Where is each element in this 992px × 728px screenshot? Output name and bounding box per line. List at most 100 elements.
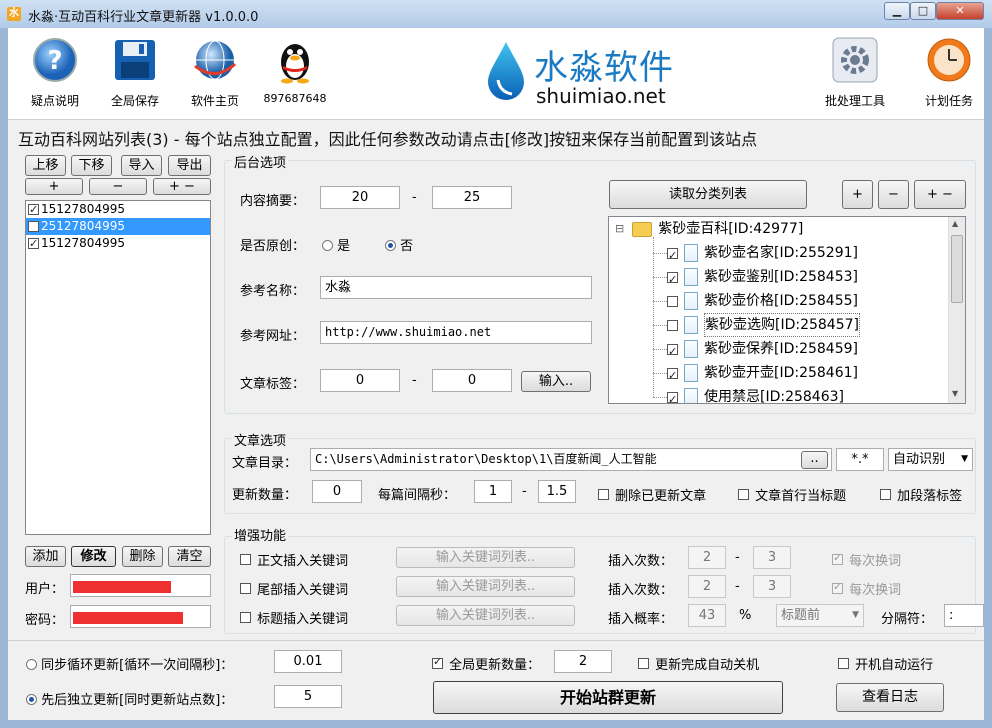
batch-tool-button[interactable]: 批处理工具: [820, 36, 890, 109]
scroll-down-icon[interactable]: ▼: [952, 389, 958, 398]
tree-item[interactable]: 紫砂壶保养[ID:258459]: [653, 338, 858, 363]
concurrent-sites-input[interactable]: 5: [274, 685, 342, 708]
body-times-to-input[interactable]: 3: [753, 546, 791, 569]
tail-keyword-list-button[interactable]: 输入关键词列表..: [396, 576, 575, 597]
first-line-title-checkbox[interactable]: 文章首行当标题: [738, 485, 846, 504]
maximize-button[interactable]: □: [910, 2, 936, 20]
ref-url-input[interactable]: http://www.shuimiao.net: [320, 321, 592, 344]
tail-times-to-input[interactable]: 3: [753, 575, 791, 598]
checkbox-box[interactable]: [838, 658, 849, 669]
password-field[interactable]: [70, 605, 211, 628]
body-keyword-list-button[interactable]: 输入关键词列表..: [396, 547, 575, 568]
site-list-item[interactable]: 25127804995: [26, 218, 210, 235]
checkbox-box[interactable]: [598, 489, 609, 500]
insert-rate-input[interactable]: 43: [688, 604, 726, 627]
sequential-update-radio[interactable]: 先后独立更新[同时更新站点数]：: [26, 689, 233, 708]
summary-to-input[interactable]: 25: [432, 186, 512, 209]
site-plus-button[interactable]: +: [25, 178, 83, 195]
auto-shutdown-checkbox[interactable]: 更新完成自动关机: [638, 654, 759, 673]
delete-site-button[interactable]: 删除: [122, 546, 163, 567]
checkbox-box[interactable]: [432, 655, 443, 669]
add-site-button[interactable]: 添加: [25, 546, 66, 567]
checkbox-box[interactable]: [880, 489, 891, 500]
tree-item[interactable]: 紫砂壶价格[ID:258455]: [653, 290, 858, 312]
tags-from-input[interactable]: 0: [320, 369, 400, 392]
title-keyword-checkbox[interactable]: 标题插入关键词: [240, 608, 348, 627]
autorun-checkbox[interactable]: 开机自动运行: [838, 654, 933, 673]
checkbox-box[interactable]: [240, 612, 251, 623]
delete-updated-checkbox[interactable]: 删除已更新文章: [598, 485, 706, 504]
homepage-button[interactable]: 软件主页: [182, 36, 248, 109]
article-dir-input[interactable]: C:\Users\Administrator\Desktop\1\百度新闻_人工…: [310, 448, 832, 471]
read-categories-button[interactable]: 读取分类列表: [609, 180, 807, 209]
tree-item[interactable]: 使用禁忌[ID:258463]: [653, 386, 844, 403]
scheduled-task-button[interactable]: 计划任务: [914, 36, 984, 109]
tree-root-node[interactable]: ⊟ 紫砂壶百科[ID:42977]: [615, 218, 803, 240]
tree-checkbox[interactable]: [667, 389, 678, 403]
export-button[interactable]: 导出: [168, 155, 211, 176]
save-all-button[interactable]: 全局保存: [102, 36, 168, 109]
file-ext-input[interactable]: *.*: [836, 448, 884, 471]
interval-from-input[interactable]: 1: [474, 480, 512, 503]
global-count-input[interactable]: 2: [554, 650, 612, 673]
sync-interval-input[interactable]: 0.01: [274, 650, 342, 673]
help-button[interactable]: ? 疑点说明: [22, 36, 88, 109]
tree-checkbox[interactable]: [667, 245, 678, 267]
site-list[interactable]: 15127804995 25127804995 15127804995: [25, 200, 211, 535]
browse-button[interactable]: ..: [801, 451, 828, 469]
site-checkbox[interactable]: [28, 201, 39, 218]
checkbox-box[interactable]: [832, 551, 843, 565]
start-update-button[interactable]: 开始站群更新: [433, 681, 783, 714]
tree-item[interactable]: 紫砂壶名家[ID:255291]: [653, 242, 858, 267]
tree-plusminus-button[interactable]: + −: [914, 180, 966, 209]
tags-input-button[interactable]: 输入..: [521, 371, 591, 392]
scrollbar-thumb[interactable]: [951, 235, 963, 303]
encoding-select[interactable]: 自动识别 ▼: [888, 448, 973, 471]
import-button[interactable]: 导入: [121, 155, 162, 176]
original-no-radio[interactable]: 否: [385, 235, 413, 254]
tree-item[interactable]: 紫砂壶开壶[ID:258461]: [653, 362, 858, 387]
checkbox-box[interactable]: [638, 658, 649, 669]
summary-from-input[interactable]: 20: [320, 186, 400, 209]
checkbox-box[interactable]: [738, 489, 749, 500]
global-count-checkbox[interactable]: 全局更新数量：: [432, 654, 540, 673]
tree-item[interactable]: 紫砂壶选购[ID:258457]: [653, 313, 860, 337]
clear-sites-button[interactable]: 清空: [168, 546, 211, 567]
tree-checkbox[interactable]: [667, 319, 678, 331]
site-list-item[interactable]: 15127804995: [26, 235, 210, 252]
tree-checkbox[interactable]: [667, 341, 678, 363]
title-keyword-list-button[interactable]: 输入关键词列表..: [396, 605, 575, 626]
view-log-button[interactable]: 查看日志: [836, 683, 944, 712]
body-change-each-checkbox[interactable]: 每次换词: [832, 550, 901, 569]
move-down-button[interactable]: 下移: [71, 155, 112, 176]
tree-checkbox[interactable]: [667, 269, 678, 291]
body-times-from-input[interactable]: 2: [688, 546, 726, 569]
body-keyword-checkbox[interactable]: 正文插入关键词: [240, 550, 348, 569]
qq-button[interactable]: 897687648: [262, 36, 328, 105]
tree-checkbox[interactable]: [667, 295, 678, 307]
scroll-up-icon[interactable]: ▲: [952, 219, 958, 228]
update-count-input[interactable]: 0: [312, 480, 362, 503]
add-paragraph-tag-checkbox[interactable]: 加段落标签: [880, 485, 962, 504]
tail-times-from-input[interactable]: 2: [688, 575, 726, 598]
title-position-select[interactable]: 标题前 ▼: [776, 604, 864, 627]
ref-name-input[interactable]: 水淼: [320, 276, 592, 299]
edit-site-button[interactable]: 修改: [71, 546, 116, 567]
tree-plus-button[interactable]: +: [842, 180, 873, 209]
tree-scrollbar[interactable]: ▲ ▼: [948, 217, 965, 403]
sync-loop-radio[interactable]: 同步循环更新[循环一次间隔秒]：: [26, 654, 233, 673]
minimize-button[interactable]: ▁: [884, 2, 910, 20]
collapse-icon[interactable]: ⊟: [615, 218, 624, 240]
tree-minus-button[interactable]: −: [878, 180, 909, 209]
checkbox-box[interactable]: [240, 554, 251, 565]
site-list-item[interactable]: 15127804995: [26, 201, 210, 218]
site-checkbox[interactable]: [28, 221, 39, 232]
tail-keyword-checkbox[interactable]: 尾部插入关键词: [240, 579, 348, 598]
category-tree[interactable]: ⊟ 紫砂壶百科[ID:42977] 紫砂壶名家[ID:255291] 紫砂壶鉴别[…: [608, 216, 966, 404]
close-button[interactable]: ✕: [936, 2, 984, 20]
tree-item[interactable]: 紫砂壶鉴别[ID:258453]: [653, 266, 858, 291]
move-up-button[interactable]: 上移: [25, 155, 66, 176]
tree-checkbox[interactable]: [667, 365, 678, 387]
checkbox-box[interactable]: [240, 583, 251, 594]
interval-to-input[interactable]: 1.5: [538, 480, 576, 503]
